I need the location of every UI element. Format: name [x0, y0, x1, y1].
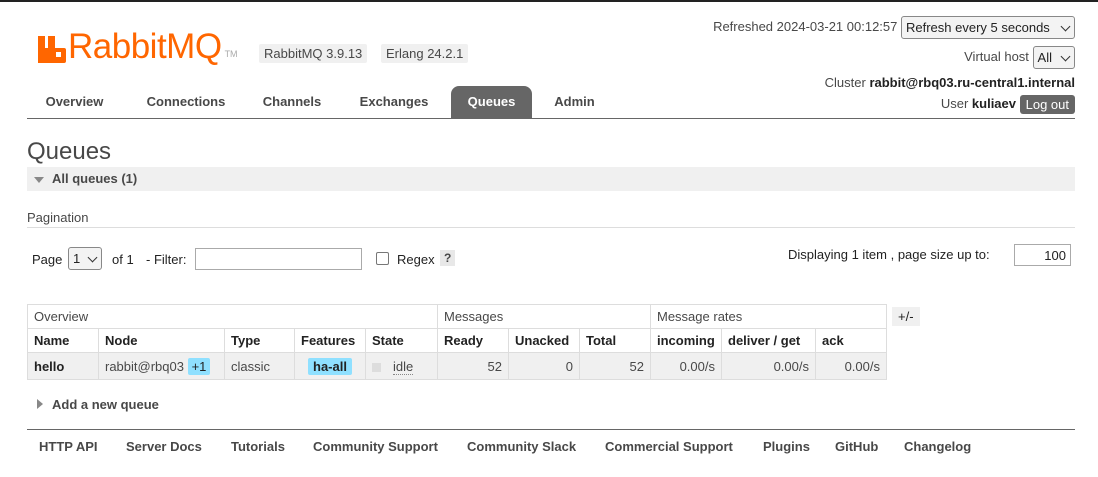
footer-link-community-support[interactable]: Community Support [313, 439, 438, 454]
erlang-version-badge: Erlang 24.2.1 [381, 44, 469, 63]
expand-triangle-icon [37, 399, 43, 409]
rate-incoming: 0.00/s [650, 352, 722, 380]
col-name[interactable]: Name [27, 328, 99, 353]
state-indicator-icon [372, 362, 381, 372]
refresh-interval-select[interactable]: Refresh every 5 seconds [901, 16, 1075, 39]
footer-divider [27, 429, 1075, 430]
tab-connections[interactable]: Connections [132, 86, 240, 118]
col-features[interactable]: Features [294, 328, 366, 353]
vhost-select[interactable]: All [1032, 46, 1075, 69]
tab-admin[interactable]: Admin [541, 86, 608, 118]
add-queue-toggle[interactable]: Add a new queue [52, 397, 159, 412]
footer-link-changelog[interactable]: Changelog [904, 439, 971, 454]
page-label: Page [32, 252, 63, 267]
footer-link-commercial-support[interactable]: Commercial Support [605, 439, 733, 454]
col-ack[interactable]: ack [815, 328, 887, 353]
filter-input[interactable] [195, 248, 362, 270]
queue-type: classic [224, 352, 295, 380]
queue-features: ha-all [294, 352, 366, 380]
page-select[interactable]: 1 [68, 247, 102, 270]
top-border [0, 0, 1098, 2]
footer-link-tutorials[interactable]: Tutorials [231, 439, 285, 454]
tab-exchanges[interactable]: Exchanges [345, 86, 443, 118]
logo-text: RabbitMQ [68, 27, 222, 66]
queue-name-link[interactable]: hello [27, 352, 99, 380]
col-incoming[interactable]: incoming [650, 328, 722, 353]
regex-checkbox[interactable] [376, 252, 389, 265]
messages-ready: 52 [437, 352, 509, 380]
vhost-label: Virtual host [964, 48, 1029, 64]
footer-link-github[interactable]: GitHub [835, 439, 878, 454]
tab-channels[interactable]: Channels [249, 86, 335, 118]
footer-link-server-docs[interactable]: Server Docs [126, 439, 202, 454]
rate-ack: 0.00/s [815, 352, 887, 380]
group-messages: Messages [437, 304, 651, 329]
policy-badge[interactable]: ha-all [308, 357, 352, 375]
queues-table: Overview Messages Message rates Name Nod… [27, 304, 887, 380]
displaying-label: Displaying 1 item , page size up to: [788, 247, 990, 262]
footer-link-plugins[interactable]: Plugins [763, 439, 810, 454]
col-ready[interactable]: Ready [437, 328, 509, 353]
filter-row: Page 1 of 1 - Filter: Regex ? Displaying… [32, 244, 1075, 270]
tab-overview[interactable]: Overview [27, 86, 122, 118]
group-overview: Overview [27, 304, 438, 329]
column-options-button[interactable]: +/- [892, 307, 920, 326]
page-size-input[interactable] [1014, 244, 1071, 266]
footer-link-community-slack[interactable]: Community Slack [467, 439, 576, 454]
pagination-divider [27, 227, 1075, 228]
group-message-rates: Message rates [650, 304, 887, 329]
col-deliver-get[interactable]: deliver / get [721, 328, 816, 353]
main-nav: Overview Connections Channels Exchanges … [27, 86, 1075, 119]
col-type[interactable]: Type [224, 328, 295, 353]
chevron-down-icon [1060, 21, 1071, 32]
regex-help-button[interactable]: ? [440, 250, 456, 266]
col-unacked[interactable]: Unacked [508, 328, 580, 353]
filter-label: - Filter: [146, 252, 187, 267]
logo-trademark: TM [224, 49, 238, 59]
queue-node: rabbit@rbq03 +1 [98, 352, 225, 380]
footer-link-http-api[interactable]: HTTP API [39, 439, 98, 454]
col-state[interactable]: State [365, 328, 438, 353]
rate-deliver-get: 0.00/s [721, 352, 816, 380]
table-row[interactable]: hello rabbit@rbq03 +1 classic ha-all idl… [27, 352, 887, 380]
rabbit-logo-icon [38, 33, 66, 63]
vhost-row: Virtual host All [964, 46, 1075, 69]
page-title: Queues [27, 138, 112, 165]
pagination-label: Pagination [27, 210, 89, 225]
refreshed-timestamp: Refreshed 2024-03-21 00:12:57 [713, 18, 898, 34]
collapse-triangle-icon [34, 177, 44, 183]
queue-state: idle [365, 352, 438, 380]
refresh-row: Refreshed 2024-03-21 00:12:57 Refresh ev… [713, 16, 1075, 39]
all-queues-section-toggle[interactable]: All queues (1) [27, 167, 1075, 191]
chevron-down-icon [1060, 51, 1071, 62]
rabbitmq-logo[interactable]: RabbitMQ TM [38, 27, 238, 66]
regex-label: Regex [397, 252, 435, 267]
all-queues-heading: All queues (1) [52, 171, 138, 186]
mirror-count-badge: +1 [187, 357, 211, 375]
messages-unacked: 0 [508, 352, 580, 380]
tab-queues[interactable]: Queues [451, 86, 532, 118]
col-node[interactable]: Node [98, 328, 225, 353]
page-count: of 1 [112, 252, 134, 267]
rabbitmq-version-badge: RabbitMQ 3.9.13 [259, 44, 368, 63]
col-total[interactable]: Total [579, 328, 651, 353]
messages-total: 52 [579, 352, 651, 380]
chevron-down-icon [87, 252, 98, 263]
